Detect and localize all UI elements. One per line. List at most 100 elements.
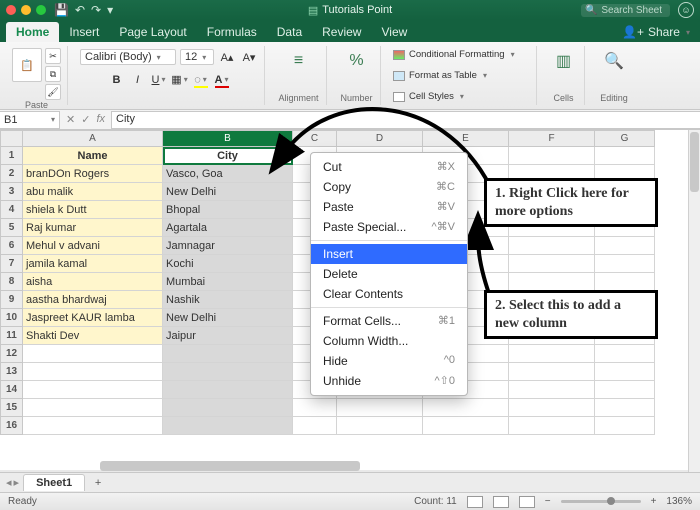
- search-sheet[interactable]: 🔍 Search Sheet: [581, 4, 670, 17]
- cell-B9[interactable]: Nashik: [163, 291, 293, 309]
- row-header-15[interactable]: 15: [1, 399, 23, 417]
- cell-A3[interactable]: abu malik: [23, 183, 163, 201]
- cell-G14[interactable]: [595, 381, 655, 399]
- tab-review[interactable]: Review: [312, 22, 371, 42]
- column-header-F[interactable]: F: [509, 131, 595, 147]
- row-header-2[interactable]: 2: [1, 165, 23, 183]
- column-header-B[interactable]: B: [163, 131, 293, 147]
- cell-A10[interactable]: Jaspreet KAUR lamba: [23, 309, 163, 327]
- cell-G8[interactable]: [595, 273, 655, 291]
- minimize-window-icon[interactable]: [21, 5, 31, 15]
- cell-B3[interactable]: New Delhi: [163, 183, 293, 201]
- cell-B11[interactable]: Jaipur: [163, 327, 293, 345]
- context-menu-clear-contents[interactable]: Clear Contents: [311, 284, 467, 304]
- cell-A12[interactable]: [23, 345, 163, 363]
- cell-B16[interactable]: [163, 417, 293, 435]
- column-header-G[interactable]: G: [595, 131, 655, 147]
- context-menu-delete[interactable]: Delete: [311, 264, 467, 284]
- cell-E15[interactable]: [423, 399, 509, 417]
- cut-icon[interactable]: ✂: [45, 48, 61, 64]
- context-menu-paste-special-[interactable]: Paste Special...^⌘V: [311, 217, 467, 237]
- tab-page-layout[interactable]: Page Layout: [109, 22, 196, 42]
- cell-A16[interactable]: [23, 417, 163, 435]
- formula-input[interactable]: City: [111, 111, 700, 129]
- cell-A9[interactable]: aastha bhardwaj: [23, 291, 163, 309]
- context-menu-paste[interactable]: Paste⌘V: [311, 197, 467, 217]
- row-header-14[interactable]: 14: [1, 381, 23, 399]
- cancel-entry-icon[interactable]: ✕: [66, 113, 75, 126]
- cell-B10[interactable]: New Delhi: [163, 309, 293, 327]
- cell-B4[interactable]: Bhopal: [163, 201, 293, 219]
- cell-G7[interactable]: [595, 255, 655, 273]
- cell-G16[interactable]: [595, 417, 655, 435]
- column-header-A[interactable]: A: [23, 131, 163, 147]
- alignment-icon[interactable]: ≡: [286, 48, 312, 74]
- cell-F13[interactable]: [509, 363, 595, 381]
- row-header-13[interactable]: 13: [1, 363, 23, 381]
- row-header-6[interactable]: 6: [1, 237, 23, 255]
- column-header-C[interactable]: C: [293, 131, 337, 147]
- row-header-12[interactable]: 12: [1, 345, 23, 363]
- row-header-3[interactable]: 3: [1, 183, 23, 201]
- sheet-nav[interactable]: ◂▸: [6, 476, 19, 489]
- qat-more-icon[interactable]: ▾: [107, 3, 113, 17]
- normal-view-icon[interactable]: [467, 496, 483, 508]
- cell-G13[interactable]: [595, 363, 655, 381]
- cell-F12[interactable]: [509, 345, 595, 363]
- fill-color-icon[interactable]: ◌▾: [192, 71, 210, 89]
- cell-F8[interactable]: [509, 273, 595, 291]
- tab-insert[interactable]: Insert: [59, 22, 109, 42]
- cell-G12[interactable]: [595, 345, 655, 363]
- context-menu-hide[interactable]: Hide^0: [311, 351, 467, 371]
- conditional-formatting-button[interactable]: Conditional Formatting▾: [393, 48, 515, 61]
- cell-styles-button[interactable]: Cell Styles▾: [393, 90, 464, 103]
- cell-A5[interactable]: Raj kumar: [23, 219, 163, 237]
- close-window-icon[interactable]: [6, 5, 16, 15]
- context-menu-insert[interactable]: Insert: [311, 244, 467, 264]
- tab-data[interactable]: Data: [267, 22, 312, 42]
- row-header-5[interactable]: 5: [1, 219, 23, 237]
- share-button[interactable]: 👤+Share▾: [612, 22, 700, 42]
- cell-F6[interactable]: [509, 237, 595, 255]
- cell-A2[interactable]: branDOn Rogers: [23, 165, 163, 183]
- cell-A1[interactable]: Name: [23, 147, 163, 165]
- cell-A6[interactable]: Mehul v advani: [23, 237, 163, 255]
- cell-B13[interactable]: [163, 363, 293, 381]
- cell-D16[interactable]: [337, 417, 423, 435]
- zoom-level[interactable]: 136%: [666, 496, 692, 507]
- font-size-select[interactable]: 12▾: [180, 49, 214, 65]
- page-layout-view-icon[interactable]: [493, 496, 509, 508]
- context-menu-column-width-[interactable]: Column Width...: [311, 331, 467, 351]
- column-header-E[interactable]: E: [423, 131, 509, 147]
- cell-C16[interactable]: [293, 417, 337, 435]
- cell-F1[interactable]: [509, 147, 595, 165]
- increase-font-icon[interactable]: A▴: [218, 48, 236, 66]
- row-header-7[interactable]: 7: [1, 255, 23, 273]
- bold-button[interactable]: B: [108, 71, 126, 89]
- column-context-menu[interactable]: Cut⌘XCopy⌘CPaste⌘VPaste Special...^⌘VIns…: [310, 152, 468, 396]
- add-sheet-button[interactable]: +: [89, 474, 107, 492]
- select-all-corner[interactable]: [1, 131, 23, 147]
- row-header-9[interactable]: 9: [1, 291, 23, 309]
- tab-formulas[interactable]: Formulas: [197, 22, 267, 42]
- cell-A11[interactable]: Shakti Dev: [23, 327, 163, 345]
- row-header-4[interactable]: 4: [1, 201, 23, 219]
- underline-button[interactable]: U▾: [150, 71, 168, 89]
- context-menu-copy[interactable]: Copy⌘C: [311, 177, 467, 197]
- format-painter-icon[interactable]: 🖌: [45, 84, 61, 100]
- row-header-16[interactable]: 16: [1, 417, 23, 435]
- cell-E16[interactable]: [423, 417, 509, 435]
- cell-B12[interactable]: [163, 345, 293, 363]
- borders-icon[interactable]: ▦▾: [171, 71, 189, 89]
- cell-A8[interactable]: aisha: [23, 273, 163, 291]
- cell-B7[interactable]: Kochi: [163, 255, 293, 273]
- paste-button[interactable]: 📋: [12, 48, 42, 82]
- column-header-D[interactable]: D: [337, 131, 423, 147]
- save-icon[interactable]: 💾: [54, 3, 69, 17]
- cell-A15[interactable]: [23, 399, 163, 417]
- fx-icon[interactable]: fx: [96, 113, 105, 126]
- zoom-out-button[interactable]: −: [545, 496, 551, 507]
- row-header-11[interactable]: 11: [1, 327, 23, 345]
- cell-A14[interactable]: [23, 381, 163, 399]
- zoom-window-icon[interactable]: [36, 5, 46, 15]
